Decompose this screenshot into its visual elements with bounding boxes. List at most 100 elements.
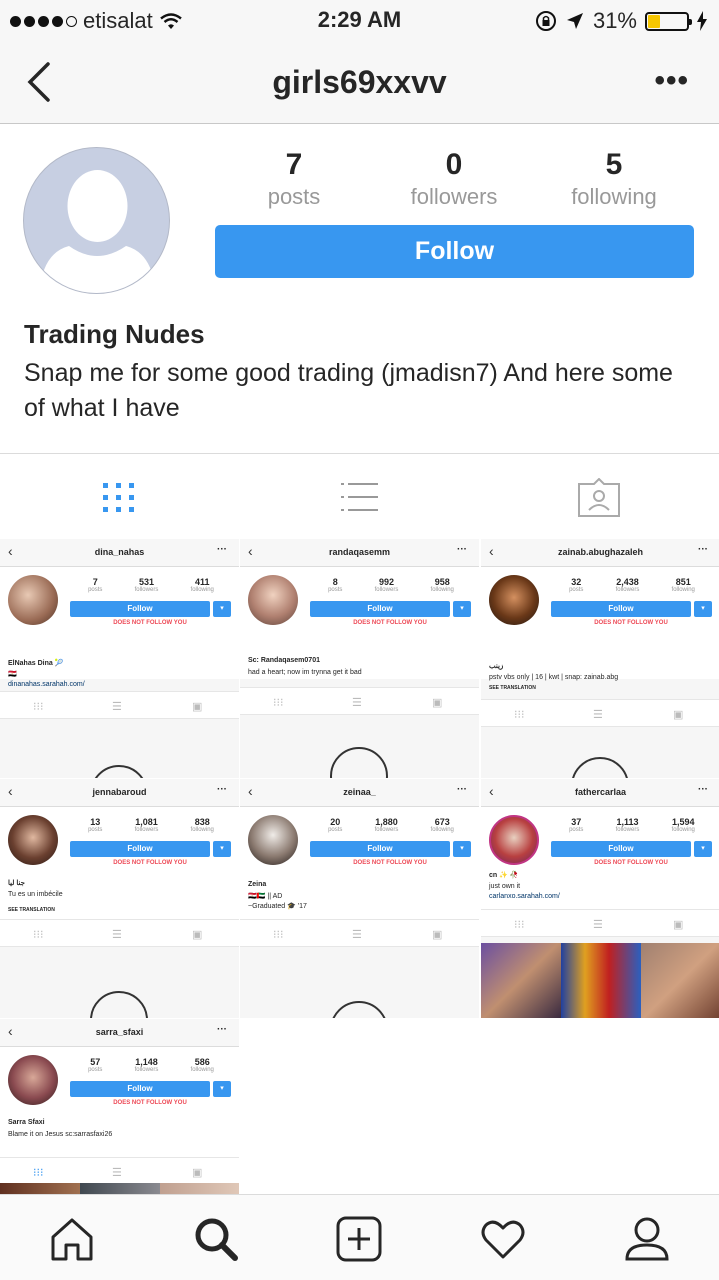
home-icon[interactable] [48,1215,96,1263]
post-following-count: 586 [194,1057,210,1067]
screenshot-post: ‹ dina_nahas ··· 7 posts 531 followers 411… [0,539,239,778]
profile-icon[interactable] [623,1215,671,1263]
see-translation: SEE TRANSLATION [8,907,55,913]
grid-post[interactable]: ‹ zainab.abughazaleh ··· 32 posts 2,438 fo… [481,539,719,778]
does-not-follow-label: DOES NOT FOLLOW YOU [353,620,427,626]
post-grid: ‹ dina_nahas ··· 7 posts 531 followers 411… [0,539,719,1194]
dropdown-icon: ▾ [213,1081,231,1097]
photo-strip [0,1183,239,1194]
lock-icon [571,757,629,778]
does-not-follow-label: DOES NOT FOLLOW YOU [113,860,187,866]
posts-stat[interactable]: 7 posts [214,148,374,210]
follow-button[interactable]: Follow [215,225,694,278]
post-followers-label: followers [374,827,399,833]
list-icon: ☰ [593,919,603,931]
post-name: Sc: Randaqasem0701 [248,657,320,664]
post-bio-line: had a heart; now im trynna get it bad [248,669,362,676]
post-posts-label: posts [328,587,343,593]
post-following-label: following [671,827,695,833]
see-translation: SEE TRANSLATION [489,685,536,691]
followers-stat[interactable]: 0 followers [374,148,534,210]
post-followers-label: followers [134,827,159,833]
post-bio: Tu es un imbécile SEE TRANSLATION [8,890,233,915]
post-followers-count: 1,081 [135,817,158,827]
heart-icon[interactable] [479,1215,527,1263]
post-following-label: following [430,827,454,833]
post-username: dina_nahas [94,547,145,557]
avatar [489,815,539,865]
grid-post[interactable]: ‹ fathercarlaa ··· 37 posts 1,113 follower… [481,779,719,1018]
grid-post[interactable]: ‹ sarra_sfaxi ··· 57 posts 1,148 followers… [0,1019,239,1194]
grid-icon: ⁝⁝⁝ [514,709,525,721]
post-bio-line: Blame it on Jesus sc:sarrasfaxi26 [8,1131,113,1138]
dropdown-icon: ▾ [694,841,712,857]
profile-bio: Snap me for some good trading (jmadisn7)… [24,359,673,422]
post-followers-label: followers [374,587,399,593]
dropdown-icon: ▾ [694,601,712,617]
post-posts-label: posts [88,827,103,833]
lock-icon [330,747,388,778]
avatar [489,575,539,625]
list-icon: ☰ [352,929,362,941]
tagged-icon[interactable] [577,478,621,518]
charging-icon [697,11,707,31]
grid-icon: ⁝⁝⁝ [514,919,525,931]
tagged-icon: ▣ [673,709,684,721]
post-name: Sarra Sfaxi [8,1119,45,1126]
post-followers-count: 992 [378,577,394,587]
post-following-count: 1,594 [671,817,695,827]
post-followers-count: 1,113 [616,817,639,827]
tagged-icon: ▣ [432,929,443,941]
grid-post[interactable]: ‹ randaqasemm ··· 8 posts 992 followers 95… [240,539,479,778]
post-bio-line: pstv vbs only | 16 | kwt | snap: zainab.… [489,674,619,681]
screenshot-post: ‹ jennabaroud ··· 13 posts 1,081 followers… [0,779,239,1018]
lock-icon [330,1001,388,1018]
post-follow-button: Follow [70,841,210,857]
following-count: 5 [605,148,623,181]
post-posts-count: 13 [90,817,101,827]
post-posts-label: posts [569,587,584,593]
post-followers-count: 531 [138,577,154,587]
tagged-icon: ▣ [192,701,203,713]
add-post-icon[interactable] [335,1215,383,1263]
does-not-follow-label: DOES NOT FOLLOW YOU [113,1100,187,1106]
more-icon[interactable]: ••• [654,64,689,98]
screenshot-post: ‹ zeinaa_ ··· 20 posts 1,880 followers 673… [240,779,479,1018]
list-icon[interactable] [337,478,381,518]
following-stat[interactable]: 5 following [534,148,694,210]
post-posts-count: 32 [571,577,582,587]
list-icon: ☰ [352,697,362,709]
grid-icon: ⁝⁝⁝ [273,929,284,941]
following-label: following [571,184,657,209]
grid-post[interactable]: ‹ zeinaa_ ··· 20 posts 1,880 followers 673… [240,779,479,1018]
post-following-count: 958 [434,577,450,587]
bottom-tab-bar [0,1194,719,1280]
search-icon[interactable] [192,1215,240,1263]
followers-label: followers [410,184,498,209]
more-icon: ··· [698,784,708,795]
post-following-label: following [190,827,214,833]
post-bio-line: ~Graduated 🎓 '17 [248,903,307,910]
dropdown-icon: ▾ [453,841,471,857]
does-not-follow-label: DOES NOT FOLLOW YOU [594,860,668,866]
post-posts-count: 7 [92,577,98,587]
post-username: fathercarlaa [574,787,627,797]
grid-post[interactable]: ‹ jennabaroud ··· 13 posts 1,081 followers… [0,779,239,1018]
post-username: zainab.abughazaleh [557,547,644,557]
tagged-icon: ▣ [432,697,443,709]
post-bio-line: 🇪🇬 [8,671,17,678]
post-followers-count: 2,438 [616,577,639,587]
photo-thumbnail [80,1183,160,1194]
photo-strip [481,943,719,1018]
list-icon: ☰ [593,709,603,721]
post-bio-line: 🇪🇬🇦🇪 || AD [248,893,283,900]
screenshot-post: ‹ zainab.abughazaleh ··· 32 posts 2,438 fo… [481,539,719,778]
lock-icon [90,765,148,778]
grid-icon: ⁝⁝⁝ [273,697,284,709]
grid-icon[interactable] [97,478,141,518]
rotation-lock-icon [535,11,556,31]
post-follow-button: Follow [70,1081,210,1097]
photo-thumbnail [0,1183,80,1194]
post-posts-count: 57 [90,1057,101,1067]
grid-post[interactable]: ‹ dina_nahas ··· 7 posts 531 followers 411… [0,539,239,778]
